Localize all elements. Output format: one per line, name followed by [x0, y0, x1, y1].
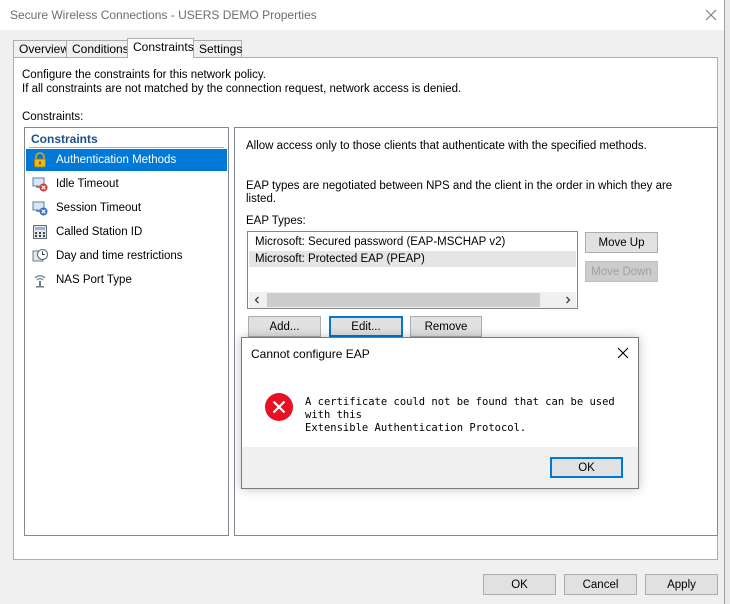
close-icon: [617, 347, 629, 359]
move-down-button[interactable]: Move Down: [585, 261, 658, 282]
edit-button[interactable]: Edit...: [329, 316, 403, 337]
title-bar: Secure Wireless Connections - USERS DEMO…: [0, 0, 724, 30]
eap-type-item[interactable]: Microsoft: Secured password (EAP-MSCHAP …: [249, 234, 576, 250]
eap-types-label: EAP Types:: [246, 215, 306, 227]
error-dialog: Cannot configure EAP A certificate could…: [241, 337, 639, 489]
apply-button[interactable]: Apply: [645, 574, 718, 595]
chevron-right-icon: [566, 296, 571, 304]
tab-overview[interactable]: Overview: [13, 40, 70, 57]
constraint-label: Called Station ID: [56, 226, 143, 238]
add-button[interactable]: Add...: [248, 316, 321, 337]
constraint-label: NAS Port Type: [56, 274, 132, 286]
constraint-item-authentication-methods[interactable]: Authentication Methods: [26, 149, 227, 171]
background-window-edge: [725, 0, 730, 604]
eap-types-list[interactable]: Microsoft: Secured password (EAP-MSCHAP …: [247, 231, 578, 309]
error-icon: [265, 393, 293, 421]
remove-button[interactable]: Remove: [410, 316, 482, 337]
dialog-message: A certificate could not be found that ca…: [305, 396, 638, 435]
constraints-list-header: Constraints: [31, 132, 98, 146]
constraint-label: Day and time restrictions: [56, 250, 183, 262]
tab-label: Conditions: [72, 42, 129, 56]
tab-settings[interactable]: Settings: [193, 40, 242, 57]
tab-label: Settings: [199, 42, 243, 56]
constraint-item-idle-timeout[interactable]: Idle Timeout: [26, 173, 227, 195]
description-line-2: If all constraints are not matched by th…: [22, 83, 462, 95]
tab-constraints[interactable]: Constraints: [127, 38, 194, 58]
constraints-label: Constraints:: [22, 111, 84, 123]
constraint-item-day-and-time[interactable]: Day and time restrictions: [26, 245, 227, 267]
scroll-right-button[interactable]: [560, 292, 576, 308]
dialog-close-button[interactable]: [614, 344, 632, 362]
tab-label: Constraints: [133, 40, 194, 54]
dialog-footer: OK: [242, 447, 638, 488]
cancel-button[interactable]: Cancel: [564, 574, 637, 595]
eap-note-line-2: listed.: [246, 193, 277, 205]
window-close-button[interactable]: [700, 4, 722, 26]
tab-conditions[interactable]: Conditions: [66, 40, 129, 57]
constraints-list[interactable]: Constraints Authentication Methods Idle …: [24, 127, 229, 536]
ok-button[interactable]: OK: [483, 574, 556, 595]
close-icon: [705, 9, 717, 21]
horizontal-scrollbar[interactable]: [249, 292, 576, 308]
clock-icon: [32, 249, 48, 262]
constraint-label: Idle Timeout: [56, 178, 119, 190]
window-title: Secure Wireless Connections - USERS DEMO…: [10, 8, 317, 22]
eap-type-item[interactable]: Microsoft: Protected EAP (PEAP): [249, 251, 576, 267]
dialog-title: Cannot configure EAP: [251, 347, 370, 361]
dialog-message-line-2: Extensible Authentication Protocol.: [305, 422, 527, 434]
constraint-label: Session Timeout: [56, 202, 142, 214]
constraint-item-nas-port-type[interactable]: NAS Port Type: [26, 269, 227, 291]
network-icon: [34, 275, 46, 288]
calculator-icon: [33, 225, 47, 239]
auth-intro-text: Allow access only to those clients that …: [246, 140, 647, 152]
description-line-1: Configure the constraints for this netwo…: [22, 69, 266, 81]
header-divider: [29, 147, 224, 148]
session-timeout-icon: [32, 201, 48, 216]
constraint-item-called-station-id[interactable]: Called Station ID: [26, 221, 227, 243]
properties-window: Secure Wireless Connections - USERS DEMO…: [0, 0, 725, 604]
chevron-left-icon: [254, 296, 259, 304]
tab-label: Overview: [19, 42, 70, 56]
constraint-label: Authentication Methods: [56, 154, 177, 166]
move-up-button[interactable]: Move Up: [585, 232, 658, 253]
eap-note-line-1: EAP types are negotiated between NPS and…: [246, 180, 673, 192]
dialog-message-line-1: A certificate could not be found that ca…: [305, 396, 615, 421]
constraint-item-session-timeout[interactable]: Session Timeout: [26, 197, 227, 219]
lock-icon: [34, 152, 46, 168]
scrollbar-thumb[interactable]: [267, 293, 540, 307]
idle-timeout-icon: [32, 177, 48, 192]
dialog-ok-button[interactable]: OK: [550, 457, 623, 478]
scroll-left-button[interactable]: [249, 292, 265, 308]
